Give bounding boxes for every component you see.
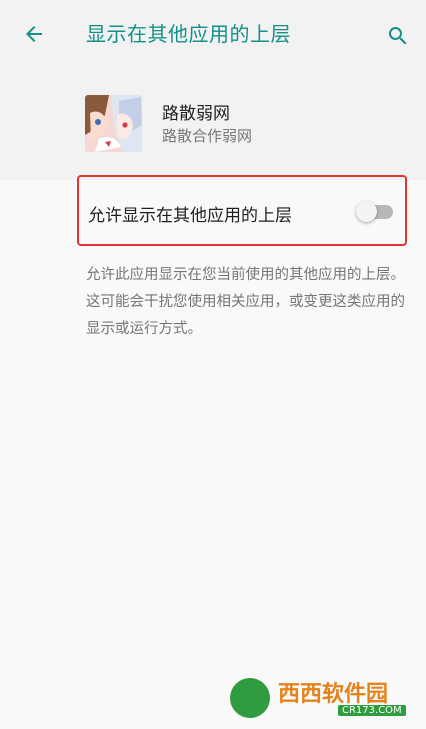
arrow-left-icon: [26, 26, 42, 42]
app-icon: [85, 95, 142, 152]
watermark-text: 西西软件园: [278, 682, 389, 707]
allow-overlay-setting[interactable]: 允许显示在其他应用的上层: [77, 175, 407, 246]
search-button[interactable]: [384, 22, 412, 50]
watermark-icon: [230, 678, 270, 718]
overlay-toggle-switch[interactable]: [356, 201, 396, 222]
setting-label: 允许显示在其他应用的上层: [88, 206, 292, 226]
switch-thumb: [356, 201, 377, 222]
back-button[interactable]: [18, 18, 50, 50]
app-subtitle: 路散合作弱网: [162, 127, 253, 145]
watermark-logo: 西西软件园 CR173.COM: [228, 676, 420, 720]
search-icon: [388, 27, 407, 45]
page-title: 显示在其他应用的上层: [86, 22, 291, 46]
app-name: 路散弱网: [162, 104, 230, 124]
setting-description: 允许此应用显示在您当前使用的其他应用的上层。这可能会干扰您使用相关应用，或变更这…: [86, 267, 405, 337]
watermark-subtext: CR173.COM: [338, 705, 406, 716]
